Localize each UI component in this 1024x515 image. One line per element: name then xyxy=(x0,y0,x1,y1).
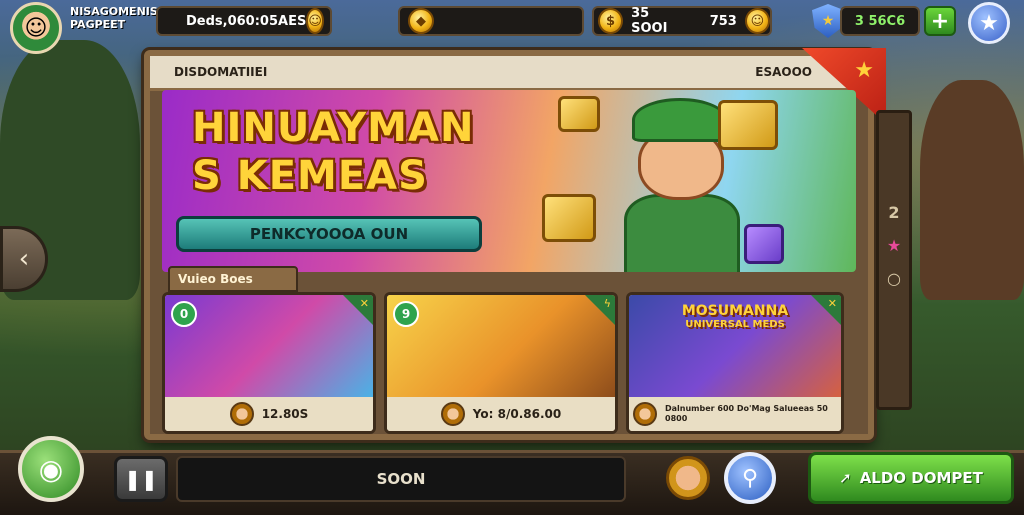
card-footer-2: Yo: 8/0.86.00 xyxy=(387,397,615,431)
aldo-dompet-button[interactable]: ➚ ALDO DOMPET xyxy=(808,452,1014,504)
top-bar: ☺ NISAGOMENIS PAGPEET Deds,060:05AES ☺ ◆… xyxy=(0,0,1024,54)
currency-value-5: 3 56C6 xyxy=(854,13,906,29)
character-avatar-icon xyxy=(229,402,254,426)
currency-value-4: 753 xyxy=(709,13,737,29)
side-rail: 2 ★ ○ xyxy=(876,110,912,410)
player-avatar[interactable]: ☺ xyxy=(10,2,62,54)
card-title-3: MOSUMANNA UNIVERSAL MEDS xyxy=(643,303,827,331)
arrow-up-icon: ➚ xyxy=(839,469,852,487)
section-tab-videos[interactable]: Vuieo Boes xyxy=(168,266,298,292)
banner-title-line2: S KEMEAS xyxy=(192,153,428,199)
currency-pill-3[interactable]: $ 35 SOOI 753 ☺ xyxy=(592,6,772,36)
card-badge-2: 9 xyxy=(393,301,419,327)
currency-value-1: Deds,060:05AES xyxy=(186,13,307,29)
currency-pill-1[interactable]: Deds,060:05AES ☺ xyxy=(156,6,332,36)
card-title-3-line2: UNIVERSAL MEDS xyxy=(685,319,785,330)
purple-dice-icon xyxy=(744,224,784,264)
hero-body xyxy=(624,194,740,272)
card-price-1: 12.80S xyxy=(261,407,309,421)
card-price-2: Yo: 8/0.86.00 xyxy=(472,407,562,421)
game-card-2[interactable]: 9 ϟ Yo: 8/0.86.00 xyxy=(384,292,618,434)
card-footer-1: 12.80S xyxy=(165,397,373,431)
card-badge-1: 0 xyxy=(171,301,197,327)
profile-avatar-button[interactable] xyxy=(666,456,710,500)
card-price-3: Dalnumber 600 Do'Mag Salueeas 50 0800 xyxy=(665,404,828,423)
main-button-label: ALDO DOMPET xyxy=(859,469,983,487)
gold-gem-icon: ◆ xyxy=(408,8,434,34)
card-footer-3: Dalnumber 600 Do'Mag Salueeas 50 0800 xyxy=(629,397,841,431)
gold-cube-icon xyxy=(558,96,600,132)
hero-hat xyxy=(632,98,728,142)
panel-right-label: ESAOOO xyxy=(755,65,812,79)
card-art-2 xyxy=(387,295,615,403)
smiley-coin-icon: ☺ xyxy=(306,8,324,34)
banner-title: HINUAYMAN S KEMEAS xyxy=(192,104,522,200)
background-house-right xyxy=(920,80,1024,300)
game-card-3[interactable]: MOSUMANNA UNIVERSAL MEDS ✕ Dalnumber 600… xyxy=(626,292,844,434)
banner-title-line1: HINUAYMAN xyxy=(192,105,475,151)
currency-pill-2[interactable]: ◆ xyxy=(398,6,584,36)
rail-search-icon[interactable]: ○ xyxy=(887,269,901,288)
panel-title: DISDOMATIIEI xyxy=(174,65,268,79)
card-row: 0 ✕ 12.80S 9 ϟ Yo: 8/0.86.00 MOSUMANNA U… xyxy=(162,292,856,434)
status-field: SOON xyxy=(176,456,626,502)
add-currency-button[interactable]: + xyxy=(924,6,956,36)
player-name: NISAGOMENIS PAGPEET xyxy=(70,5,158,31)
currency-value-3: 35 SOOI xyxy=(631,6,668,36)
gold-cube-icon xyxy=(718,100,778,150)
treasure-icon xyxy=(440,402,465,426)
game-card-1[interactable]: 0 ✕ 12.80S xyxy=(162,292,376,434)
featured-banner[interactable]: HINUAYMAN S KEMEAS PENKCYOOOA OUN xyxy=(162,90,856,272)
search-icon[interactable]: ⚲ xyxy=(724,452,776,504)
panel-header: DISDOMATIIEI ESAOOO xyxy=(150,56,868,91)
card-title-3-line1: MOSUMANNA xyxy=(681,303,789,319)
gold-cube-icon xyxy=(542,194,596,242)
smiley-coin-icon: ☺ xyxy=(744,8,770,34)
character-avatar-icon xyxy=(633,402,657,426)
rail-item-2[interactable]: 2 xyxy=(888,203,899,222)
currency-pill-5[interactable]: 3 56C6 xyxy=(840,6,920,36)
rail-star-icon[interactable]: ★ xyxy=(887,236,901,255)
favorites-star-button[interactable]: ★ xyxy=(968,2,1010,44)
banner-cta-button[interactable]: PENKCYOOOA OUN xyxy=(176,216,482,252)
gold-coin-icon: $ xyxy=(598,8,624,34)
globe-icon[interactable]: ◉ xyxy=(18,436,84,502)
pause-button[interactable]: ❚❚ xyxy=(114,456,168,502)
main-panel: DISDOMATIIEI ESAOOO ★ HINUAYMAN S KEMEAS… xyxy=(144,48,886,440)
